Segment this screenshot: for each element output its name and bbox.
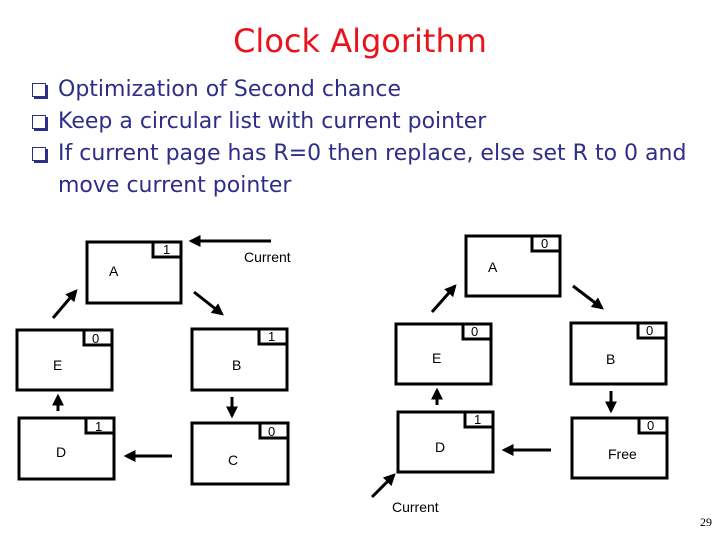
current-pointer-label: Current: [244, 249, 291, 265]
r-bit: 1: [268, 329, 275, 344]
clock-diagrams: A 1 B 1 C 0 D 1 E 0 Current A 0 B 0 Free…: [15, 234, 669, 515]
page-label: Free: [608, 446, 637, 462]
arrow-e-to-a: [430, 284, 457, 313]
page-label: E: [53, 357, 62, 373]
page-label: B: [606, 351, 615, 367]
page-number: 29: [700, 515, 712, 529]
r-bit: 0: [647, 418, 654, 433]
r-bit: 0: [646, 323, 653, 338]
page-label: D: [56, 444, 66, 460]
page-label: A: [109, 263, 119, 279]
r-bit: 1: [95, 419, 102, 434]
r-bit: 0: [268, 424, 275, 439]
r-bit: 0: [92, 331, 99, 346]
page-label: A: [488, 259, 498, 275]
current-pointer-label: Current: [392, 499, 439, 515]
arrow-a-to-b: [572, 284, 604, 310]
current-pointer-arrow: [370, 473, 396, 499]
page-label: C: [228, 452, 238, 468]
r-bit: 1: [163, 242, 170, 257]
r-bit: 0: [541, 236, 548, 251]
r-bit: 0: [471, 324, 478, 339]
page-label: E: [432, 350, 441, 366]
r-bit: 1: [474, 412, 481, 427]
page-label: D: [435, 439, 445, 455]
arrow-a-to-b: [193, 290, 224, 316]
arrow-e-to-a: [51, 289, 78, 319]
page-label: B: [232, 357, 241, 373]
